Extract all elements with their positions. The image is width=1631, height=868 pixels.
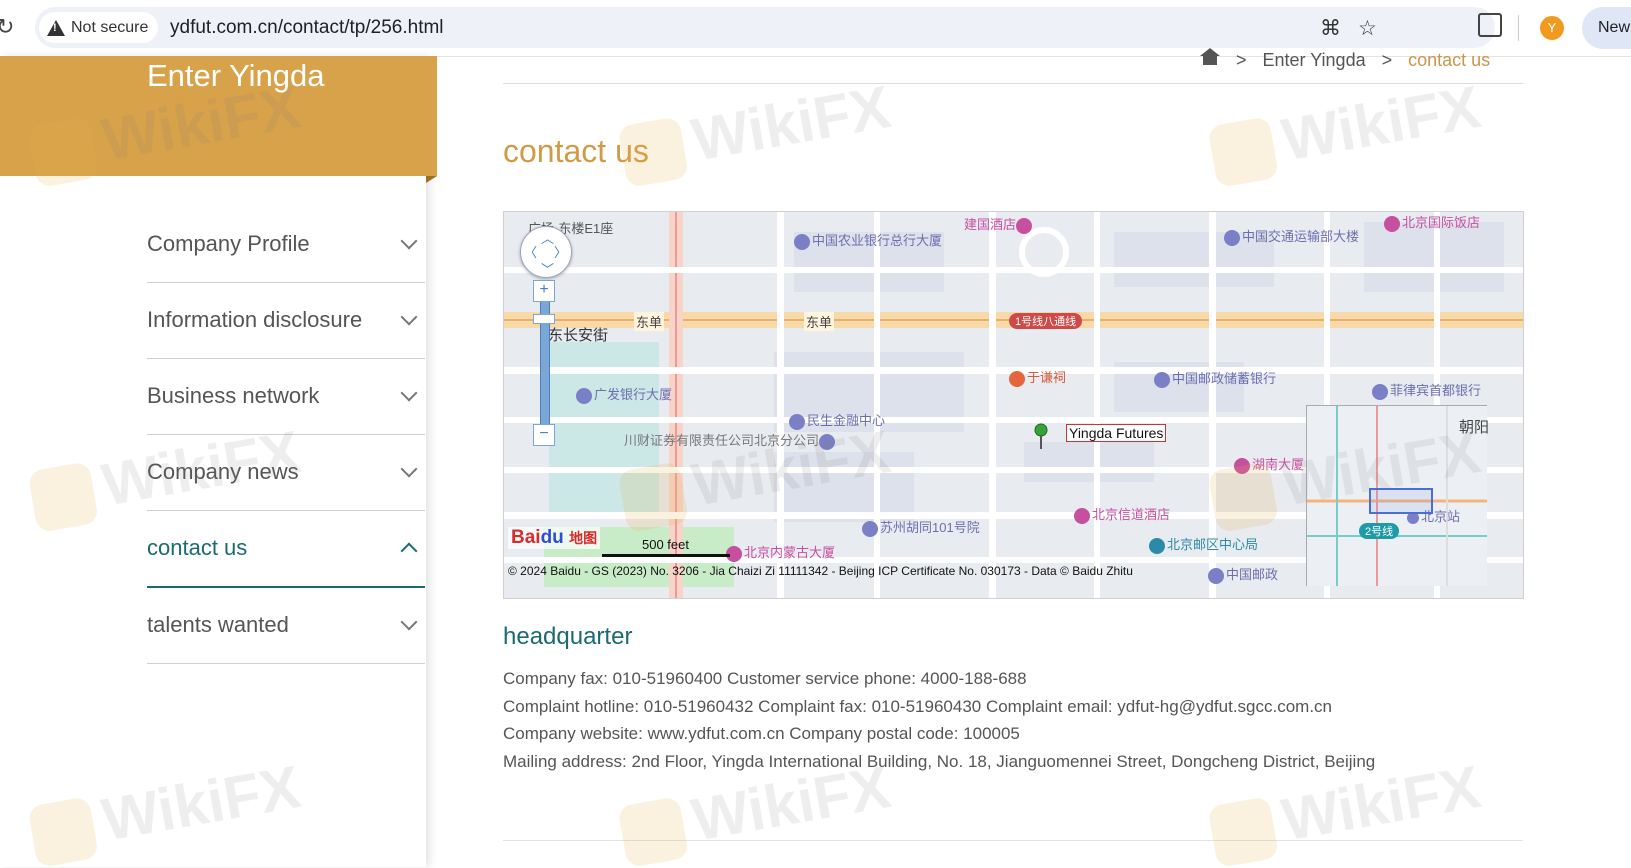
- chevron-down-icon: [400, 308, 418, 326]
- map-pan-control[interactable]: ︿ ﹀ 〈 〉: [520, 226, 572, 278]
- sidebar-item-label: Company news: [147, 459, 299, 484]
- map-poi[interactable]: 北京信道酒店: [1074, 504, 1170, 524]
- hq-address: Mailing address: 2nd Floor, Yingda Inter…: [503, 751, 1376, 771]
- sidebar-title: Enter Yingda: [147, 58, 325, 93]
- divider: [503, 840, 1523, 841]
- metro-line-badge: 2号线: [1359, 523, 1400, 539]
- url-text[interactable]: ydfut.com.cn/contact/tp/256.html: [170, 17, 444, 39]
- toolbar-divider: [1518, 15, 1519, 41]
- overview-label: 朝阳: [1459, 419, 1490, 436]
- sidebar-item-company-profile[interactable]: Company Profile: [147, 207, 425, 283]
- chevron-down-icon: [400, 232, 418, 250]
- headquarter-title: headquarter: [503, 623, 633, 650]
- extensions-icon[interactable]: [1478, 13, 1502, 37]
- map-poi[interactable]: 建国酒店: [964, 214, 1034, 234]
- map-poi[interactable]: 民生金融中心: [789, 410, 885, 430]
- map-poi[interactable]: 北京邮区中心局: [1149, 534, 1258, 554]
- map-poi[interactable]: 苏州胡同101号院: [862, 517, 980, 537]
- map-poi[interactable]: 北京内蒙古大厦: [726, 542, 835, 562]
- sidebar-item-company-news[interactable]: Company news: [147, 435, 425, 511]
- map-poi[interactable]: 中国邮政: [1208, 564, 1278, 584]
- map-poi[interactable]: 湖南大厦: [1234, 454, 1304, 474]
- breadcrumb: > Enter Yingda > contact us: [1200, 47, 1491, 71]
- reload-icon[interactable]: ↻: [0, 14, 14, 40]
- sidebar-header: Enter Yingda: [0, 56, 437, 176]
- header-fold: [426, 176, 437, 183]
- breadcrumb-separator: >: [1381, 50, 1393, 70]
- address-bar[interactable]: Not secure ydfut.com.cn/contact/tp/256.h…: [35, 7, 1495, 48]
- map-poi[interactable]: 中国邮政储蓄银行: [1154, 368, 1276, 388]
- map-station-label: 东单: [804, 312, 835, 331]
- sidebar-item-label: contact us: [147, 535, 248, 560]
- divider: [503, 83, 1523, 84]
- map-poi[interactable]: 菲律宾首都银行: [1372, 380, 1481, 400]
- map-poi[interactable]: 中国农业银行总行大厦: [794, 230, 942, 250]
- baidu-map[interactable]: 中国农业银行总行大厦 建国酒店 中国交通运输部大楼 北京国际饭店 广场-东楼E1…: [503, 211, 1524, 599]
- sidebar-item-label: talents wanted: [147, 612, 289, 637]
- zoom-in-button[interactable]: +: [533, 280, 555, 302]
- zoom-handle[interactable]: [533, 314, 555, 324]
- translate-icon[interactable]: ⌘: [1320, 16, 1341, 41]
- breadcrumb-separator: >: [1236, 50, 1247, 70]
- metro-line-badge: 1号线八通线: [1009, 313, 1083, 329]
- watermark: WikiFX: [1206, 72, 1486, 189]
- zoom-out-button[interactable]: −: [533, 424, 555, 446]
- security-label: Not secure: [71, 18, 149, 36]
- chevron-down-icon: [400, 460, 418, 478]
- map-poi[interactable]: 川财证券有限责任公司北京分公司: [624, 430, 837, 450]
- sidebar-item-contact-us[interactable]: contact us: [147, 511, 425, 588]
- map-station-label: 东单: [634, 312, 665, 331]
- map-marker-label[interactable]: Yingda Futures: [1066, 424, 1167, 442]
- hq-complaint: Complaint hotline: 010-51960432 Complain…: [503, 696, 1333, 716]
- sidebar-item-label: Business network: [147, 383, 320, 408]
- new-chrome-chip[interactable]: New: [1582, 7, 1631, 49]
- map-copyright: © 2024 Baidu - GS (2023) No. 3206 - Jia …: [508, 564, 1133, 578]
- map-poi[interactable]: 北京国际饭店: [1384, 212, 1480, 232]
- sidebar-item-label: Information disclosure: [147, 307, 363, 332]
- map-poi[interactable]: 于谦祠: [1009, 367, 1066, 387]
- map-poi[interactable]: 中国交通运输部大楼: [1224, 226, 1359, 246]
- map-poi[interactable]: 广发银行大厦: [576, 384, 672, 404]
- sidebar-item-information-disclosure[interactable]: Information disclosure: [147, 283, 425, 359]
- location-pin-icon[interactable]: [1034, 423, 1048, 449]
- chevron-up-icon: [400, 542, 418, 560]
- breadcrumb-item-enter-yingda[interactable]: Enter Yingda: [1263, 50, 1366, 71]
- chevron-down-icon: [400, 384, 418, 402]
- baidu-logo: Baidu 地图: [508, 527, 601, 549]
- sidebar-item-talents-wanted[interactable]: talents wanted: [147, 588, 425, 664]
- sidebar: Enter Yingda Company Profile Information…: [0, 56, 437, 867]
- chevron-down-icon: [400, 613, 418, 631]
- bookmark-star-icon[interactable]: ☆: [1358, 16, 1377, 41]
- headquarter-info: Company fax: 010-51960400 Customer servi…: [503, 665, 1375, 775]
- map-scale-label: 500 feet: [642, 537, 689, 552]
- sidebar-item-business-network[interactable]: Business network: [147, 359, 425, 435]
- sidebar-item-label: Company Profile: [147, 231, 310, 256]
- map-road-label: 东长安街: [548, 327, 609, 344]
- page-title: contact us: [503, 133, 649, 169]
- profile-avatar[interactable]: Y: [1540, 16, 1564, 40]
- hq-fax-phone: Company fax: 010-51960400 Customer servi…: [503, 669, 1027, 688]
- home-icon[interactable]: [1200, 47, 1220, 68]
- hq-website: Company website: www.ydfut.com.cn Compan…: [503, 724, 1020, 743]
- browser-toolbar: ↻ Not secure ydfut.com.cn/contact/tp/256…: [0, 0, 1631, 57]
- warning-icon: [47, 19, 65, 36]
- map-overview[interactable]: 朝阳 北京站 2号线: [1306, 405, 1490, 586]
- overview-viewport[interactable]: [1369, 488, 1433, 514]
- map-scale-bar: [602, 554, 730, 557]
- sidebar-menu: Company Profile Information disclosure B…: [147, 207, 425, 664]
- breadcrumb-item-current: contact us: [1408, 50, 1491, 70]
- security-chip[interactable]: Not secure: [39, 12, 159, 43]
- watermark: WikiFX: [616, 72, 896, 189]
